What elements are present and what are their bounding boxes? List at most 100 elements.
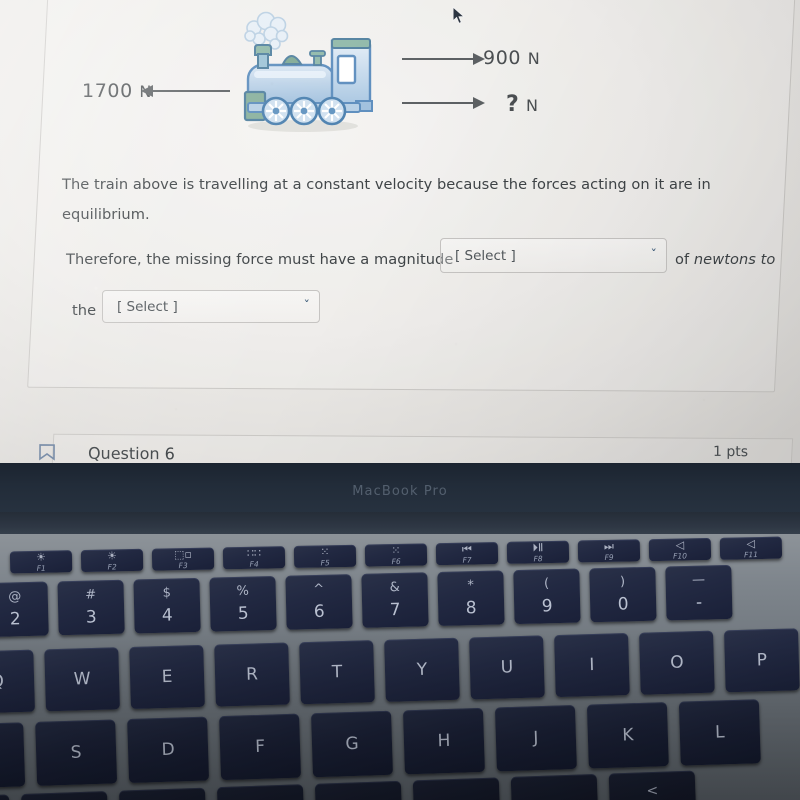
key-p[interactable]: P xyxy=(723,628,800,693)
key-label: O xyxy=(669,652,684,673)
fill-in-tail-text: the xyxy=(72,302,97,319)
key-i[interactable]: I xyxy=(554,633,630,698)
key-label: - xyxy=(695,592,703,613)
key-h[interactable]: H xyxy=(402,707,485,775)
key-label: F xyxy=(254,736,266,757)
key-d[interactable]: D xyxy=(127,716,210,784)
key-comma[interactable]: <, xyxy=(608,770,697,800)
key-g[interactable]: G xyxy=(311,710,393,778)
key-label: R xyxy=(245,663,259,685)
key-z[interactable]: Z xyxy=(0,794,12,800)
key-fnum: F2 xyxy=(107,562,117,572)
key-5[interactable]: % 5 xyxy=(209,575,277,632)
key-f9[interactable]: ⏭ F9 xyxy=(577,539,641,563)
key-glyph: ⁙ xyxy=(320,545,330,559)
key-label: 6 xyxy=(313,601,325,622)
key-shift-glyph: ( xyxy=(543,576,550,592)
key-f[interactable]: F xyxy=(219,713,302,781)
key-w[interactable]: W xyxy=(44,647,120,712)
key-label: 7 xyxy=(389,599,401,620)
key-shift-glyph: & xyxy=(389,580,400,596)
right-force-arrow-bottom-icon xyxy=(402,97,485,109)
key-2[interactable]: @2 xyxy=(0,581,49,638)
key-f10[interactable]: ◁ F10 xyxy=(648,537,712,562)
key-shift-glyph: — xyxy=(691,572,706,589)
key--[interactable]: — - xyxy=(665,564,733,621)
key-b[interactable]: B xyxy=(314,780,404,800)
key-f5[interactable]: ⁙ F5 xyxy=(293,544,357,568)
key-glyph: ⬚▫ xyxy=(173,547,192,562)
key-glyph: ∷∷ xyxy=(246,546,262,560)
key-m[interactable]: M xyxy=(510,773,599,800)
key-f1[interactable]: ☀ F1 xyxy=(9,550,73,574)
direction-select[interactable]: [ Select ] ˇ xyxy=(102,290,320,323)
fill-in-mid-text: of newtons to xyxy=(675,245,775,275)
left-force-value: 1700 xyxy=(82,80,133,102)
key-f11[interactable]: ◁ F11 xyxy=(719,536,783,560)
key-f3[interactable]: ⬚▫ F3 xyxy=(151,547,215,571)
chevron-down-icon: ˇ xyxy=(303,299,311,314)
fill-in-mid-italic: newtons to xyxy=(693,251,776,268)
key-j[interactable]: J xyxy=(494,704,577,772)
key-label: U xyxy=(500,656,514,678)
key-glyph: ⏮ xyxy=(461,542,472,556)
key-label: 3 xyxy=(85,607,97,628)
laptop-bezel: MacBook Pro xyxy=(0,463,800,515)
magnitude-select[interactable]: [ Select ] ˇ xyxy=(440,238,667,273)
next-question-title: Question 6 xyxy=(87,443,175,464)
key-y[interactable]: Y xyxy=(384,637,460,702)
key-4[interactable]: $4 xyxy=(133,577,201,634)
magnitude-select-value: [ Select ] xyxy=(455,247,516,264)
key-f4[interactable]: ∷∷ F4 xyxy=(222,546,286,570)
key-6[interactable]: ^ 6 xyxy=(285,574,353,630)
key-label: 4 xyxy=(161,605,173,626)
key-t[interactable]: T xyxy=(299,640,375,705)
fill-in-mid-plain: of xyxy=(675,251,690,268)
key-f8[interactable]: ⏵Ⅱ F8 xyxy=(506,540,570,564)
key-c[interactable]: C xyxy=(118,787,208,800)
key-u[interactable]: U xyxy=(469,635,545,700)
key-shift-glyph: ^ xyxy=(313,582,325,598)
right-force-top-unit: N xyxy=(527,49,541,68)
key-shift-glyph: @ xyxy=(8,589,22,605)
key-label: J xyxy=(533,727,539,748)
key-fnum: F3 xyxy=(178,560,188,570)
chevron-down-icon: ˇ xyxy=(650,248,658,263)
key-label: I xyxy=(589,654,595,675)
key-9[interactable]: (9 xyxy=(513,568,581,625)
key-fnum: F5 xyxy=(320,558,330,568)
key-q[interactable]: Q xyxy=(0,649,36,714)
key-n[interactable]: N xyxy=(412,777,502,800)
key-k[interactable]: K xyxy=(586,702,669,769)
key-l[interactable]: L xyxy=(678,699,761,766)
key-shift-glyph: ) xyxy=(619,574,626,590)
key-shift-glyph: % xyxy=(236,583,250,600)
key-label: S xyxy=(70,742,82,763)
question-statement: The train above is travelling at a const… xyxy=(62,176,711,223)
key-label: T xyxy=(331,661,343,682)
key-f2[interactable]: ☀ F2 xyxy=(80,548,144,573)
key-f7[interactable]: ⏮ F7 xyxy=(435,542,499,566)
mouse-cursor-icon xyxy=(452,5,466,26)
key-s[interactable]: S xyxy=(35,719,118,786)
key-shift-glyph: # xyxy=(85,587,97,603)
key-7[interactable]: & 7 xyxy=(361,572,429,628)
key-label: L xyxy=(714,721,725,743)
key-f6[interactable]: ⁙ F6 xyxy=(364,543,428,567)
key-o[interactable]: O xyxy=(639,630,715,695)
key-8[interactable]: * 8 xyxy=(437,570,505,627)
key-3[interactable]: #3 xyxy=(57,579,125,636)
key-r[interactable]: R xyxy=(214,642,290,707)
key-glyph: ◁ xyxy=(675,538,685,552)
key-fnum: F9 xyxy=(604,552,614,562)
bookmark-flag-icon[interactable] xyxy=(38,444,56,464)
key-a[interactable]: A xyxy=(0,722,26,789)
key-glyph: ⁙ xyxy=(391,543,401,557)
key-fnum: F1 xyxy=(36,563,46,573)
key-v[interactable]: V xyxy=(216,784,306,800)
macbook-pro-label: MacBook Pro xyxy=(352,484,448,499)
screenshot-root: 1700 N 900 N ? N xyxy=(0,0,800,800)
key-0[interactable]: ) 0 xyxy=(589,566,657,623)
key-e[interactable]: E xyxy=(129,644,205,709)
key-label: 9 xyxy=(541,595,553,617)
